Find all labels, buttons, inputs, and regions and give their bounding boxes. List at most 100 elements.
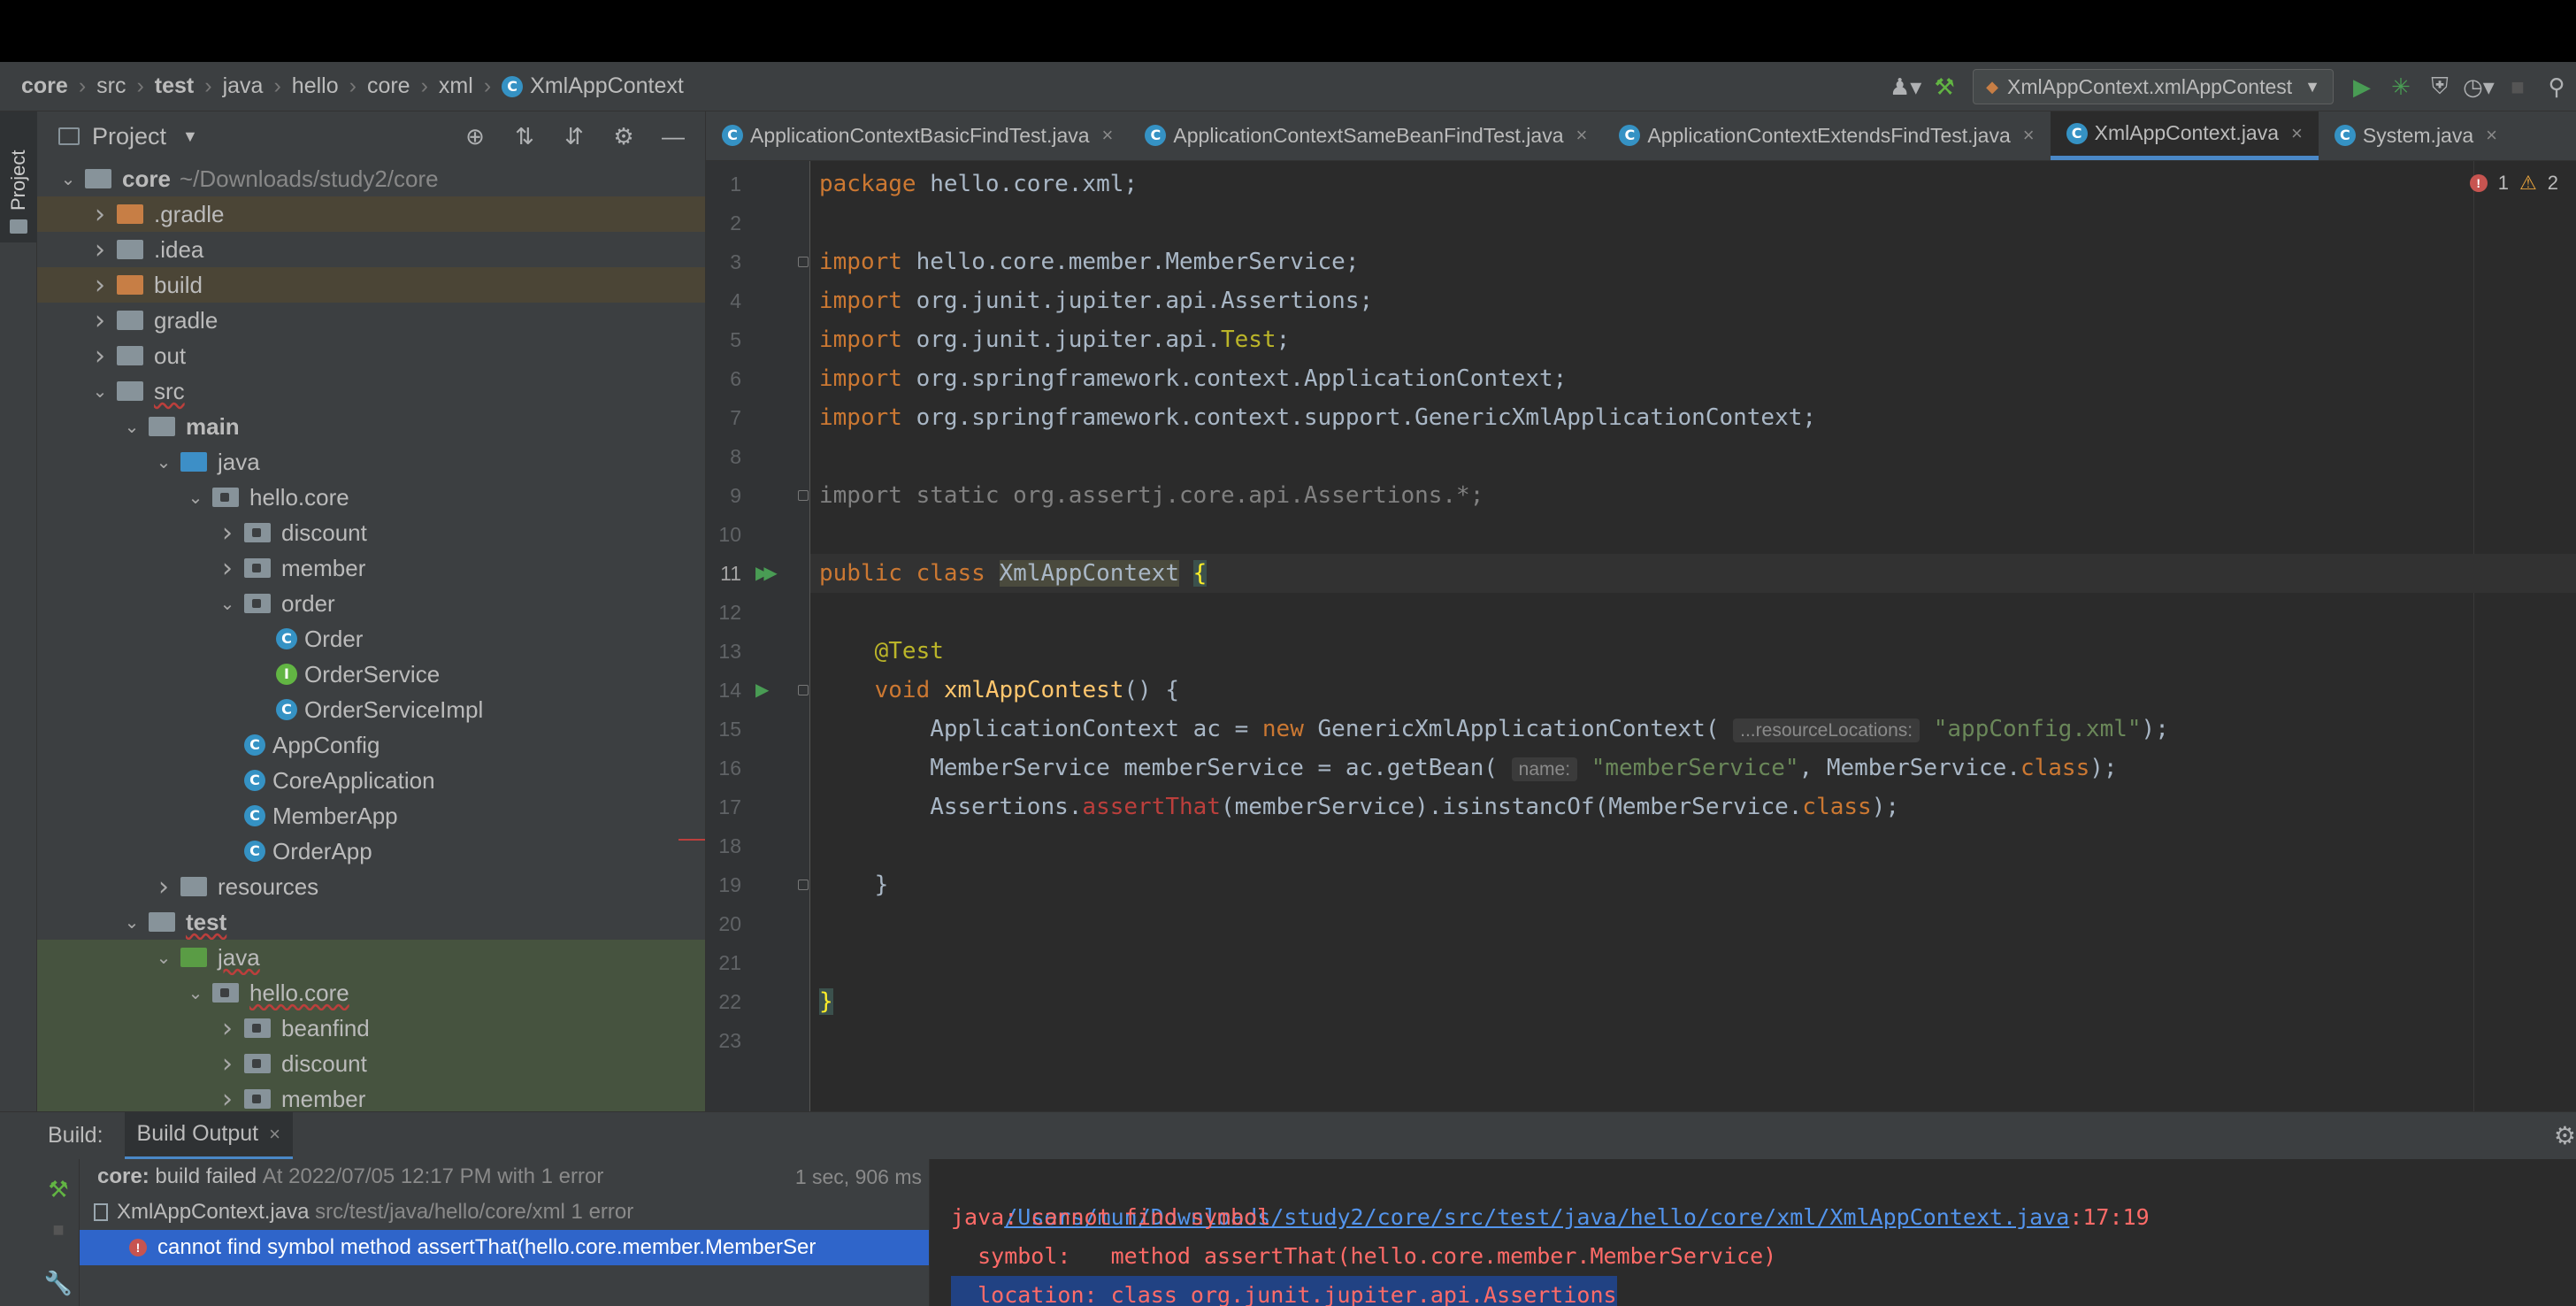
user-icon[interactable]: ♟▾ [1886,67,1925,106]
close-icon[interactable]: × [2291,122,2303,145]
tree-item[interactable]: C OrderApp [37,834,705,869]
tree-item[interactable]: C CoreApplication [37,763,705,798]
tree-item[interactable]: ⌄ main [37,409,705,444]
coverage-icon[interactable]: ⛨ [2420,67,2459,106]
run-configuration-select[interactable]: ◆ XmlAppContext.xmlAppContest ▼ [1973,69,2334,104]
search-icon[interactable]: ⚲ [2537,67,2576,106]
tree-item[interactable]: C AppConfig [37,727,705,763]
tree-item[interactable]: › .idea [37,232,705,267]
code-line[interactable]: } [819,865,889,904]
debug-icon[interactable]: ✳ [2381,67,2420,106]
tree-item[interactable]: C Order [37,621,705,657]
wrench-icon[interactable]: 🔧 [39,1264,78,1302]
code-line[interactable]: @Test [819,632,944,671]
breadcrumb-item[interactable]: java [223,73,264,99]
breadcrumb-item[interactable]: src [96,73,126,99]
minimize-icon[interactable]: — [654,117,693,156]
build-hammer-icon[interactable]: ⚒ [1925,67,1964,106]
fold-icon[interactable] [798,257,809,267]
tree-item[interactable]: › resources [37,869,705,904]
chevron-down-icon[interactable]: ⌄ [150,451,177,472]
tree-item[interactable]: C OrderServiceImpl [37,692,705,727]
code-editor[interactable]: 1 2 3 4 5 6 7 8 9 10 11 12 13 14 15 16 17 18 19 20 21 22 23 ▶▶ ▶… [706,161,2576,1111]
editor-tab[interactable]: C ApplicationContextBasicFindTest.java × [706,111,1129,160]
inspection-widget[interactable]: ! 1 ⚠ 2 [2469,172,2558,195]
run-icon[interactable]: ▶ [2342,67,2381,106]
code-line[interactable]: ApplicationContext ac = new GenericXmlAp… [819,710,2169,749]
build-console[interactable]: /Users/mun/Downloads/study2/core/src/tes… [929,1159,2576,1306]
chevron-down-icon[interactable]: ⌄ [119,416,145,437]
tree-item[interactable]: ⌄ src [37,373,705,409]
code-line[interactable]: } [819,982,833,1021]
chevron-down-icon[interactable]: ▼ [182,127,198,146]
tree-item[interactable]: › beanfind [37,1010,705,1046]
chevron-right-icon[interactable]: › [214,553,241,584]
code-line[interactable]: MemberService memberService = ac.getBean… [819,749,2118,787]
tree-item[interactable]: ⌄ hello.core [37,975,705,1010]
chevron-down-icon[interactable]: ⌄ [182,487,209,508]
code-line[interactable]: import hello.core.member.MemberService; [819,242,1359,281]
tree-item[interactable]: C MemberApp [37,798,705,834]
tree-item[interactable]: › discount [37,1046,705,1081]
close-icon[interactable]: × [2023,124,2035,147]
gear-icon[interactable]: ⚙ [2554,1121,2576,1150]
breadcrumb-item[interactable]: hello [292,73,339,99]
breadcrumb-item[interactable]: xml [439,73,473,99]
tree-item[interactable]: ⌄ hello.core [37,480,705,515]
stop-icon[interactable]: ■ [39,1210,78,1249]
tree-item[interactable]: ⌄ test [37,904,705,940]
chevron-down-icon[interactable]: ⌄ [87,380,113,402]
fold-icon[interactable] [798,490,809,501]
code-line[interactable]: import org.junit.jupiter.api.Assertions; [819,281,1373,320]
code-line[interactable]: import org.springframework.context.suppo… [819,398,1816,437]
code-line[interactable]: import org.springframework.context.Appli… [819,359,1567,398]
code-line[interactable]: package hello.core.xml; [819,165,1138,204]
editor-tab[interactable]: C ApplicationContextExtendsFindTest.java × [1603,111,2050,160]
locate-icon[interactable]: ⊕ [456,117,494,156]
fold-icon[interactable] [798,880,809,890]
chevron-right-icon[interactable]: › [214,518,241,549]
chevron-right-icon[interactable]: › [214,1084,241,1112]
tree-item[interactable]: ⌄ java [37,444,705,480]
breadcrumb-item[interactable]: test [155,73,194,99]
close-icon[interactable]: × [269,1123,280,1146]
editor-tab[interactable]: C XmlAppContext.java × [2050,111,2319,160]
tree-item[interactable]: › out [37,338,705,373]
close-icon[interactable]: × [1576,124,1588,147]
chevron-right-icon[interactable]: › [87,341,113,372]
build-file-row[interactable]: XmlAppContext.java src/test/java/hello/c… [80,1195,929,1230]
chevron-right-icon[interactable]: › [87,199,113,230]
tree-item[interactable]: I OrderService [37,657,705,692]
tree-item[interactable]: ⌄ order [37,586,705,621]
tree-item[interactable]: › member [37,1081,705,1111]
run-gutter-icon[interactable]: ▶ [755,671,769,710]
build-status-row[interactable]: core: build failed At 2022/07/05 12:17 P… [80,1159,929,1195]
chevron-right-icon[interactable]: › [150,872,177,903]
close-icon[interactable]: × [2486,124,2497,147]
tree-item[interactable]: › gradle [37,303,705,338]
build-hammer-icon[interactable]: ⚒ [39,1170,78,1209]
chevron-right-icon[interactable]: › [87,305,113,336]
tree-item[interactable]: › discount [37,515,705,550]
project-title[interactable]: Project [92,123,166,150]
fold-icon[interactable] [798,685,809,695]
run-gutter-icon[interactable]: ▶▶ [755,554,778,593]
chevron-right-icon[interactable]: › [214,1049,241,1079]
breadcrumb-item[interactable]: core [367,73,410,99]
chevron-down-icon[interactable]: ⌄ [119,911,145,933]
chevron-down-icon[interactable]: ⌄ [150,947,177,968]
gear-icon[interactable]: ⚙ [604,117,643,156]
chevron-down-icon[interactable]: ⌄ [214,593,241,614]
tree-item[interactable]: ⌄ java [37,940,705,975]
breadcrumb-current-file[interactable]: C XmlAppContext [502,73,684,99]
editor-tab[interactable]: C System.java × [2319,111,2513,160]
expand-all-icon[interactable]: ⇅ [505,117,544,156]
project-tool-button[interactable]: Project [0,111,37,242]
collapse-all-icon[interactable]: ⇵ [555,117,594,156]
chevron-down-icon[interactable]: ⌄ [55,168,81,189]
code-line[interactable]: Assertions.assertThat(memberService).isi… [819,787,1899,826]
chevron-right-icon[interactable]: › [214,1013,241,1044]
profile-icon[interactable]: ◷▾ [2459,67,2498,106]
build-error-row[interactable]: ! cannot find symbol method assertThat(h… [80,1230,929,1265]
close-icon[interactable]: × [1102,124,1114,147]
